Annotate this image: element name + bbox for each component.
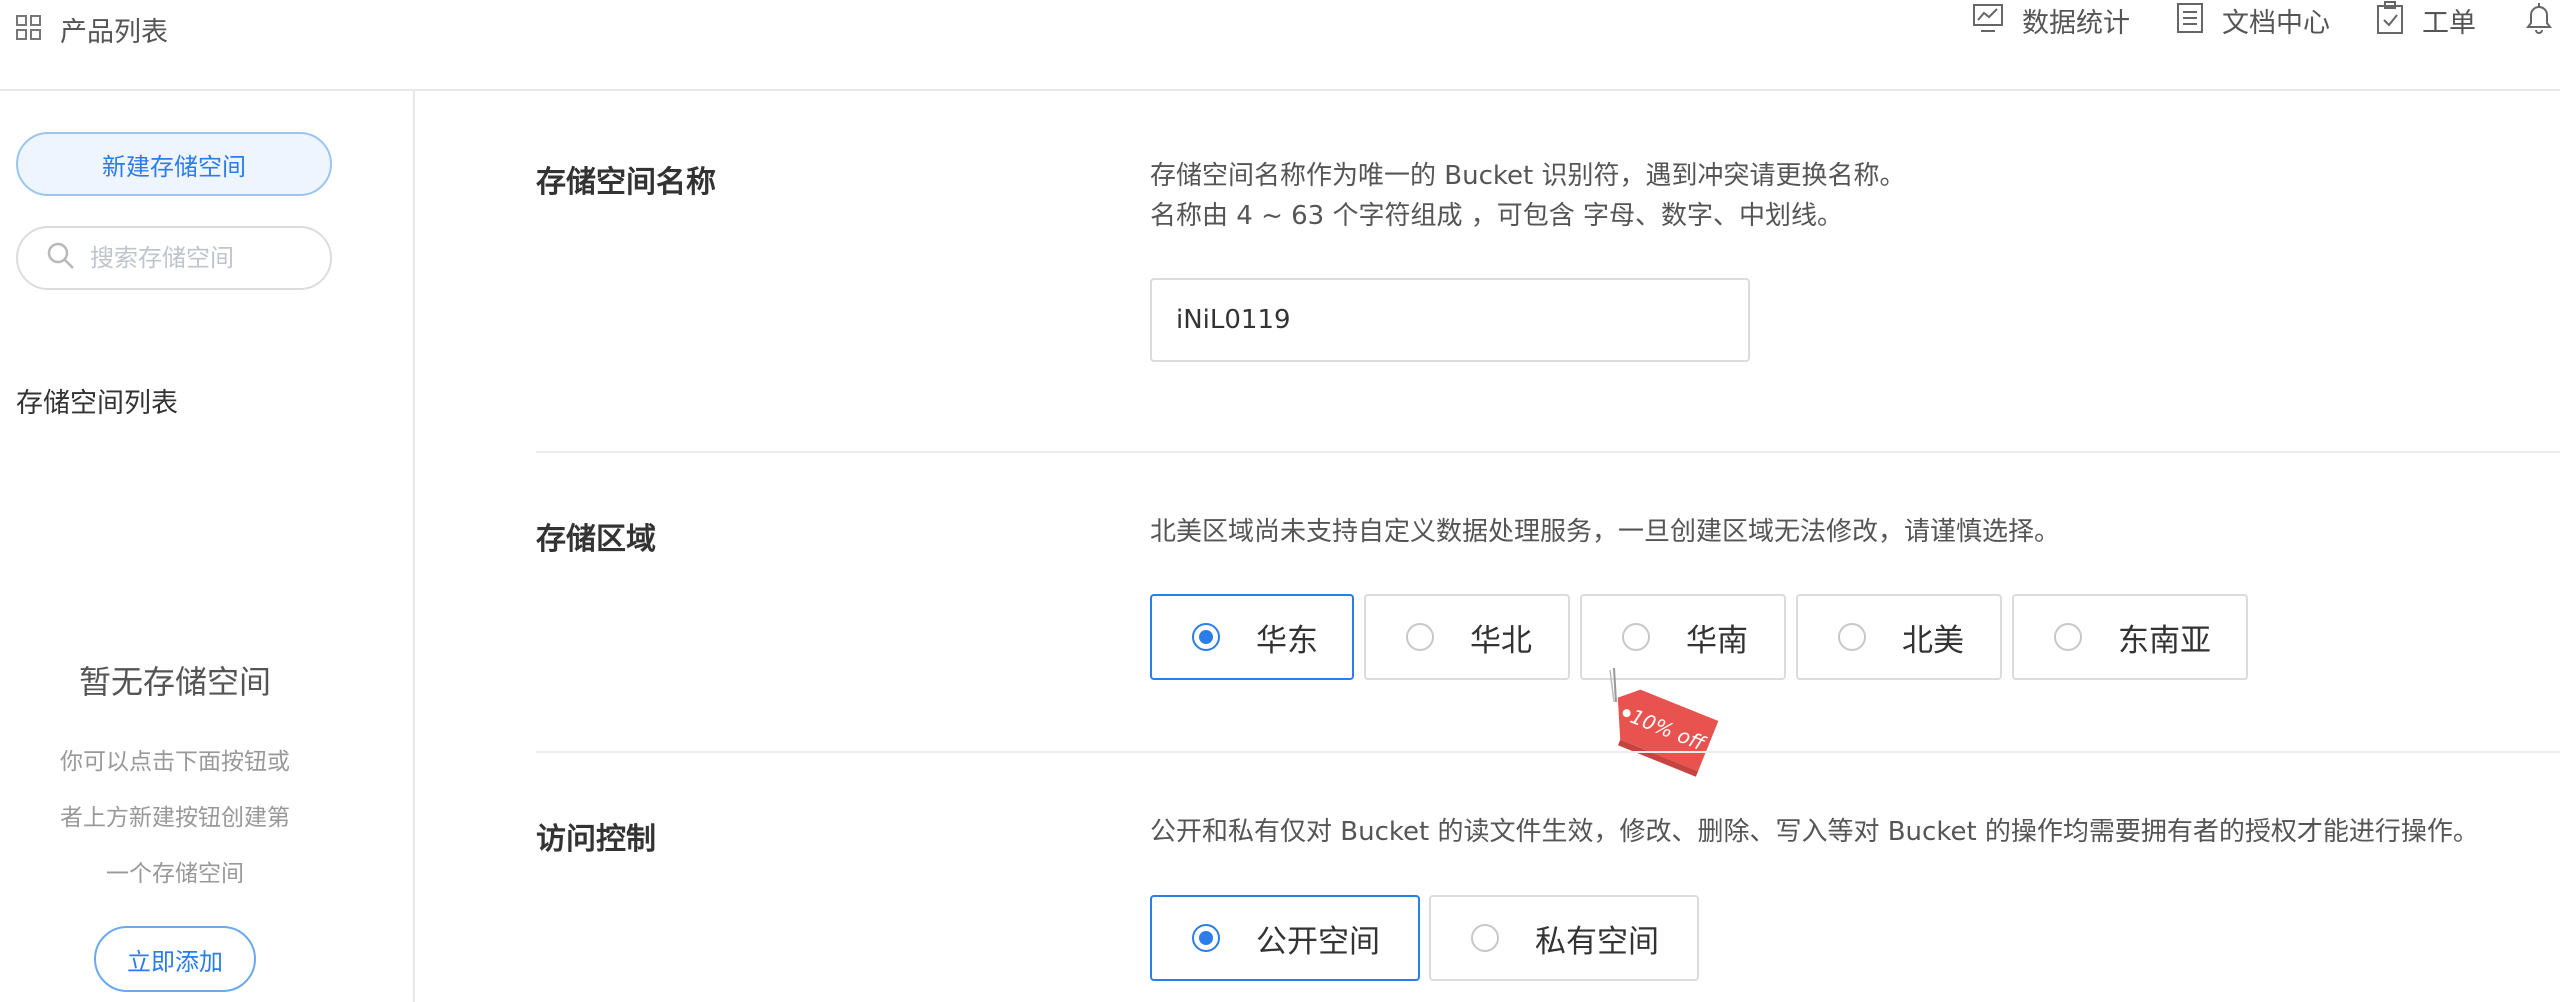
notification-button[interactable]: [2522, 1, 2560, 39]
region-desc: 北美区域尚未支持自定义数据处理服务，一旦创建区域无法修改，请谨慎选择。: [1150, 517, 2061, 547]
bucket-name-label: 存储空间名称: [536, 165, 716, 200]
section-divider: [536, 451, 2560, 453]
empty-desc-line: 者上方新建按钮创建第: [60, 805, 290, 831]
access-control-desc: 公开和私有仅对 Bucket 的读文件生效，修改、删除、写入等对 Bucket …: [1150, 817, 2479, 847]
radio[interactable]: [1471, 924, 1499, 952]
nav-docs-label: 文档中心: [2222, 7, 2330, 39]
empty-state-title: 暂无存储空间: [78, 663, 271, 701]
empty-desc-line: 你可以点击下面按钮或: [60, 749, 290, 775]
product-list-link[interactable]: 产品列表: [16, 10, 168, 49]
access-option-label: 公开空间: [1256, 923, 1380, 960]
top-bar: 产品列表 数据统计 文档中心 工单: [0, 0, 2560, 91]
nav-tickets-label: 工单: [2422, 7, 2476, 39]
radio[interactable]: [1838, 623, 1866, 651]
bucket-name-desc-line1: 存储空间名称作为唯一的 Bucket 识别符，遇到冲突请更换名称。: [1150, 161, 1906, 191]
region-option-label: 华北: [1470, 622, 1532, 659]
radio[interactable]: [2054, 623, 2082, 651]
region-option-label: 华东: [1256, 622, 1318, 659]
new-bucket-button[interactable]: 新建存储空间: [16, 132, 332, 196]
nav-tickets[interactable]: 工单: [2376, 1, 2476, 40]
bucket-list-title: 存储空间列表: [16, 388, 178, 419]
add-now-button[interactable]: 立即添加: [94, 926, 256, 992]
chart-icon: [1972, 3, 2004, 37]
bell-icon: [2522, 1, 2556, 39]
access-control-label: 访问控制: [536, 822, 656, 857]
section-divider: [536, 751, 2560, 753]
product-list-label: 产品列表: [60, 17, 168, 48]
access-option-public[interactable]: 公开空间: [1150, 895, 1420, 981]
search-icon: [46, 241, 76, 275]
sidebar: 新建存储空间 存储空间列表 暂无存储空间 你可以点击下面按钮或 者上方新建按钮创…: [0, 91, 415, 1002]
radio-selected[interactable]: [1192, 924, 1220, 952]
discount-tag-icon: 10% off: [1609, 667, 1719, 777]
grid-icon: [16, 14, 42, 45]
access-option-label: 私有空间: [1535, 923, 1659, 960]
region-option-label: 东南亚: [2118, 622, 2211, 659]
empty-desc-line: 一个存储空间: [106, 861, 244, 887]
radio-selected[interactable]: [1192, 623, 1220, 651]
document-icon: [2176, 2, 2204, 38]
radio[interactable]: [1406, 623, 1434, 651]
bucket-name-desc: 存储空间名称作为唯一的 Bucket 识别符，遇到冲突请更换名称。 名称由 4 …: [1150, 156, 1905, 236]
top-nav: 数据统计 文档中心 工单: [1972, 0, 2560, 40]
search-box[interactable]: [16, 226, 332, 290]
region-option-east-china[interactable]: 华东: [1150, 594, 1354, 680]
region-option-north-china[interactable]: 华北: [1364, 594, 1570, 680]
search-input[interactable]: [88, 243, 312, 273]
bucket-name-desc-line2: 名称由 4 ~ 63 个字符组成 ，可包含 字母、数字、中划线。: [1150, 201, 1843, 231]
region-option-label: 北美: [1902, 622, 1964, 659]
clipboard-icon: [2376, 1, 2404, 39]
nav-docs[interactable]: 文档中心: [2176, 1, 2330, 40]
region-option-southeast-asia[interactable]: 东南亚: [2012, 594, 2248, 680]
region-option-north-america[interactable]: 北美: [1796, 594, 2002, 680]
region-option-label: 华南: [1686, 622, 1748, 659]
region-label: 存储区域: [536, 522, 656, 557]
nav-data-stats-label: 数据统计: [2022, 7, 2130, 39]
nav-data-stats[interactable]: 数据统计: [1972, 1, 2130, 40]
empty-state-description: 你可以点击下面按钮或 者上方新建按钮创建第 一个存储空间: [0, 734, 350, 902]
bucket-name-input[interactable]: [1150, 278, 1750, 362]
radio[interactable]: [1622, 623, 1650, 651]
access-option-private[interactable]: 私有空间: [1429, 895, 1699, 981]
